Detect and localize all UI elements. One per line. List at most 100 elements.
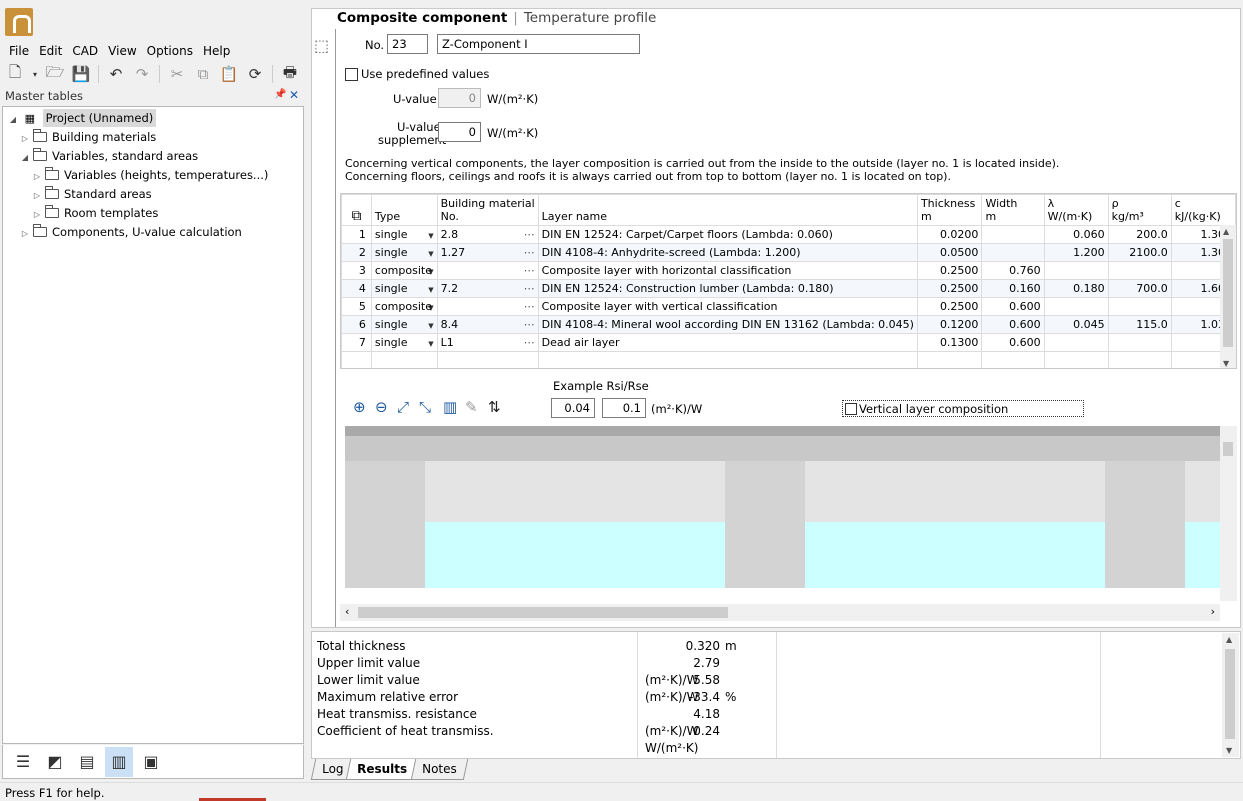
building-material-field[interactable]: ⋯ 7.2 xyxy=(436,279,539,298)
thickness-cell[interactable]: 0.2500 xyxy=(916,261,983,280)
tab-results[interactable]: Results xyxy=(346,759,419,780)
document-view-icon[interactable]: ▤ xyxy=(73,747,101,777)
rho-cell[interactable] xyxy=(1107,297,1172,316)
dropdown-arrow-icon[interactable]: ▼ xyxy=(428,250,433,258)
copy-layers-icon[interactable]: ⧉ xyxy=(341,194,372,226)
lambda-cell[interactable] xyxy=(1043,297,1109,316)
menu-options[interactable]: Options xyxy=(142,42,198,60)
layer-name-cell[interactable]: DIN EN 12524: Carpet/Carpet floors (Lamb… xyxy=(537,225,918,244)
lambda-cell[interactable] xyxy=(1043,261,1109,280)
form-view-icon[interactable]: ▣ xyxy=(137,747,165,777)
cut-icon[interactable]: ✂ xyxy=(166,63,188,85)
layer-row[interactable]: 7 ▼ single ⋯ L1 Dead air layer 0.1300 0.600 xyxy=(341,333,1236,352)
use-predefined-checkbox[interactable] xyxy=(345,68,358,81)
width-cell[interactable]: 0.600 xyxy=(981,297,1045,316)
dropdown-arrow-icon[interactable]: ▼ xyxy=(428,322,433,330)
lambda-cell[interactable]: 1.200 xyxy=(1043,243,1109,262)
scroll-thumb[interactable] xyxy=(1223,442,1233,456)
layer-name-cell[interactable]: Composite layer with horizontal classifi… xyxy=(537,261,918,280)
undo-icon[interactable]: ↶ xyxy=(105,63,127,85)
layer-type-select[interactable]: ▼ single xyxy=(370,225,438,244)
copy-icon[interactable]: ⧉ xyxy=(192,63,214,85)
layer-row[interactable]: 2 ▼ single ⋯ 1.27 DIN 4108-4: Anhydrite-scree… xyxy=(341,243,1236,262)
building-material-field[interactable]: ⋯ 1.27 xyxy=(436,243,539,262)
thickness-cell[interactable]: 0.0200 xyxy=(916,225,983,244)
layer-name-cell[interactable]: DIN EN 12524: Construction lumber (Lambd… xyxy=(537,279,918,298)
layer-type-select[interactable]: ▼ single xyxy=(370,279,438,298)
menu-file[interactable]: File xyxy=(4,42,34,60)
thickness-cell[interactable]: 0.1300 xyxy=(916,333,983,352)
tree-expanded-icon[interactable]: ◢ xyxy=(7,111,19,129)
scroll-down-icon[interactable]: ▼ xyxy=(1223,359,1229,368)
thickness-cell[interactable]: 0.1200 xyxy=(916,315,983,334)
layer-row[interactable]: 1 ▼ single ⋯ 2.8 DIN EN 12524: Carpet/Carpet … xyxy=(341,225,1236,244)
building-material-field[interactable]: ⋯ xyxy=(436,297,539,316)
sort-icon[interactable]: ⇅ xyxy=(488,398,501,416)
edit-icon[interactable]: ✎ xyxy=(465,398,478,416)
u-value-field[interactable]: 0 xyxy=(438,88,481,108)
scroll-down-icon[interactable]: ▼ xyxy=(1226,746,1232,755)
layer-name-cell[interactable]: Dead air layer xyxy=(537,333,918,352)
tree-collapsed-icon[interactable]: ▷ xyxy=(19,225,31,243)
browse-material-icon[interactable]: ⋯ xyxy=(524,300,535,313)
empty-row[interactable] xyxy=(341,351,1236,368)
fit-height-icon[interactable]: ⤡ xyxy=(419,398,431,416)
width-cell[interactable] xyxy=(981,225,1045,244)
layer-number[interactable]: 2 xyxy=(341,243,372,262)
open-folder-icon[interactable]: 🗁 xyxy=(44,63,66,85)
building-material-field[interactable]: ⋯ 8.4 xyxy=(436,315,539,334)
lambda-cell[interactable] xyxy=(1043,333,1109,352)
width-cell[interactable]: 0.600 xyxy=(981,333,1045,352)
tree-node-room-templates[interactable]: ▷ Room templates xyxy=(31,204,158,222)
layer-number[interactable]: 6 xyxy=(341,315,372,334)
layer-type-select[interactable]: ▼ single xyxy=(370,333,438,352)
lambda-cell[interactable]: 0.180 xyxy=(1043,279,1109,298)
empty-cell[interactable] xyxy=(1107,351,1172,368)
layer-row[interactable]: 3 ▼ composite ⋯ Composite layer with horizon… xyxy=(341,261,1236,280)
layer-name-cell[interactable]: DIN 4108-4: Mineral wool according DIN E… xyxy=(537,315,918,334)
empty-cell[interactable] xyxy=(436,351,539,368)
empty-cell[interactable] xyxy=(981,351,1045,368)
tree-collapsed-icon[interactable]: ▷ xyxy=(31,187,43,205)
drawing-vertical-scrollbar[interactable] xyxy=(1220,426,1237,601)
browse-material-icon[interactable]: ⋯ xyxy=(524,228,535,241)
scroll-thumb[interactable] xyxy=(1223,239,1233,347)
list-view-icon[interactable]: ☰ xyxy=(9,747,37,777)
cad-view-icon[interactable]: ◩ xyxy=(41,747,69,777)
close-icon[interactable]: ✕ xyxy=(289,88,299,102)
layer-name-cell[interactable]: Composite layer with vertical classifica… xyxy=(537,297,918,316)
vertical-layer-checkbox[interactable] xyxy=(845,403,857,415)
thickness-cell[interactable]: 0.2500 xyxy=(916,297,983,316)
menu-cad[interactable]: CAD xyxy=(67,42,103,60)
tree-collapsed-icon[interactable]: ▷ xyxy=(31,206,43,224)
tree-node-variables-standard-areas[interactable]: ◢ Variables, standard areas xyxy=(19,147,198,165)
browse-material-icon[interactable]: ⋯ xyxy=(524,264,535,277)
new-dropdown-icon[interactable]: ▾ xyxy=(30,63,40,85)
paste-icon[interactable]: 📋 xyxy=(218,63,240,85)
tree-collapsed-icon[interactable]: ▷ xyxy=(31,168,43,186)
layer-type-select[interactable]: ▼ single xyxy=(370,315,438,334)
layer-type-select[interactable]: ▼ composite xyxy=(370,297,438,316)
dropdown-arrow-icon[interactable]: ▼ xyxy=(428,340,433,348)
scroll-thumb[interactable] xyxy=(1225,649,1235,739)
layer-number[interactable]: 3 xyxy=(341,261,372,280)
dropdown-arrow-icon[interactable]: ▼ xyxy=(428,286,433,294)
browse-material-icon[interactable]: ⋯ xyxy=(524,246,535,259)
fit-width-icon[interactable]: ⤢ xyxy=(397,398,409,416)
tree-collapsed-icon[interactable]: ▷ xyxy=(19,130,31,148)
component-name-field[interactable]: Z-Component I xyxy=(437,34,640,54)
browse-material-icon[interactable]: ⋯ xyxy=(524,336,535,349)
u-value-supplement-field[interactable]: 0 xyxy=(438,122,481,142)
layer-number[interactable]: 7 xyxy=(341,333,372,352)
width-cell[interactable] xyxy=(981,243,1045,262)
empty-cell[interactable] xyxy=(916,351,983,368)
width-cell[interactable]: 0.160 xyxy=(981,279,1045,298)
thickness-cell[interactable]: 0.2500 xyxy=(916,279,983,298)
dropdown-arrow-icon[interactable]: ▼ xyxy=(428,232,433,240)
menu-edit[interactable]: Edit xyxy=(34,42,67,60)
lambda-cell[interactable]: 0.060 xyxy=(1043,225,1109,244)
tab-composite-component[interactable]: Composite component xyxy=(337,10,507,26)
drawing-horizontal-scrollbar[interactable]: ‹ › xyxy=(340,604,1220,621)
layer-row[interactable]: 4 ▼ single ⋯ 7.2 DIN EN 12524: Construction l… xyxy=(341,279,1236,298)
lambda-cell[interactable]: 0.045 xyxy=(1043,315,1109,334)
